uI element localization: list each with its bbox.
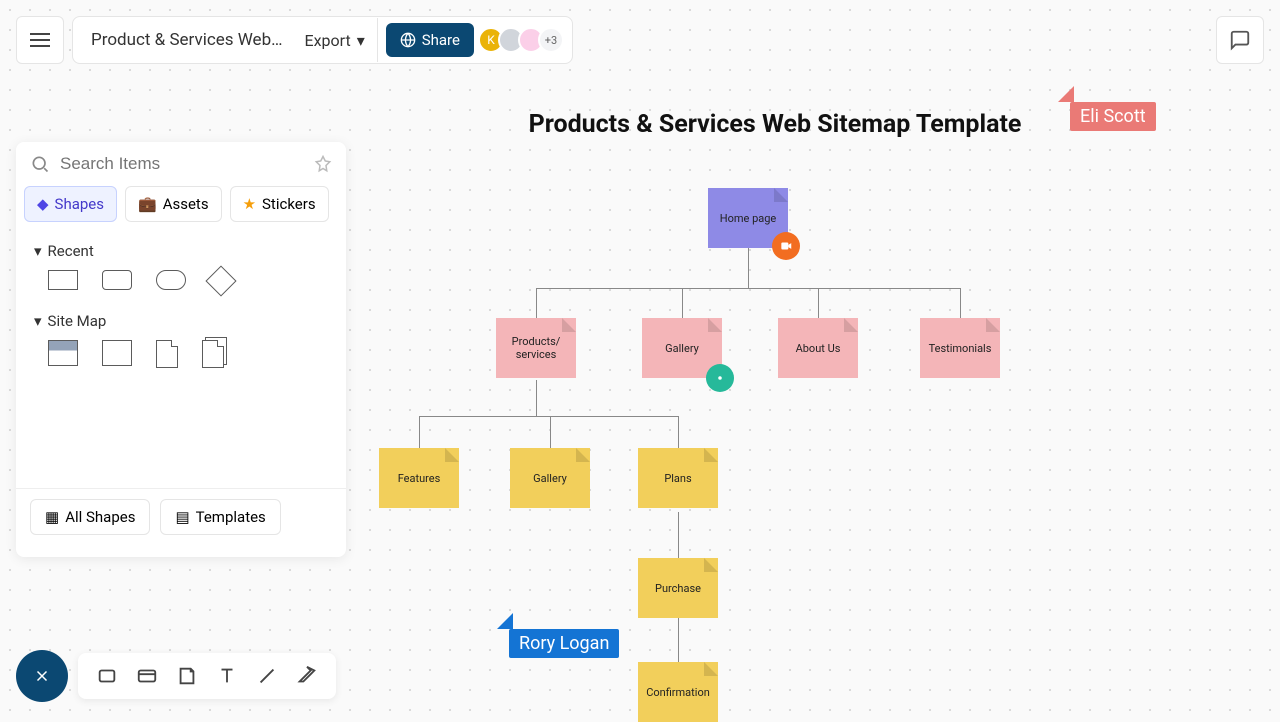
connector [536,380,537,416]
node-gallery2[interactable]: Gallery [510,448,590,508]
tool-highlighter[interactable] [292,661,322,691]
share-label: Share [422,31,460,49]
node-label: Confirmation [646,686,710,699]
caret-icon: ▾ [34,312,42,330]
template-icon: ▤ [175,508,189,526]
cursor-rory: Rory Logan [509,629,619,658]
node-label: Gallery [665,342,699,355]
tab-label: Stickers [262,195,316,213]
connector [682,288,683,318]
node-plans[interactable]: Plans [638,448,718,508]
section-sitemap[interactable]: ▾ Site Map [34,312,328,330]
chevron-down-icon: ▾ [357,31,365,50]
connector [678,512,679,558]
tab-shapes[interactable]: ◆ Shapes [24,186,117,222]
chat-button[interactable] [1216,16,1264,64]
caret-icon: ▾ [34,242,42,260]
node-label: Purchase [655,582,701,595]
share-button[interactable]: Share [386,23,474,57]
shape-sitemap-2[interactable] [102,340,132,366]
cursor-eli: Eli Scott [1070,102,1156,131]
grid-icon: ▦ [45,508,59,526]
shape-pill[interactable] [156,270,186,290]
shape-rect-rounded[interactable] [102,270,132,290]
connector [550,416,551,448]
shape-diamond[interactable] [205,265,236,296]
tab-label: Shapes [55,195,104,213]
all-shapes-button[interactable]: ▦ All Shapes [30,499,150,535]
node-label: About Us [796,342,841,355]
node-features[interactable]: Features [379,448,459,508]
export-button[interactable]: Export ▾ [293,18,378,62]
globe-icon [400,32,416,48]
search-input[interactable] [60,154,314,174]
button-label: All Shapes [65,508,135,526]
menu-button[interactable] [16,16,64,64]
node-label: Testimonials [929,342,992,355]
tool-text[interactable] [212,661,242,691]
node-about[interactable]: About Us [778,318,858,378]
briefcase-icon: 💼 [138,195,157,213]
star-icon: ★ [243,195,256,213]
connector [536,288,537,318]
node-label: Plans [664,472,691,485]
connector [536,288,961,289]
node-label: Features [398,472,441,485]
search-icon [30,154,50,174]
templates-button[interactable]: ▤ Templates [160,499,280,535]
connector [678,618,679,662]
connector [818,288,819,318]
node-label: Products/ services [512,335,561,361]
canvas-title: Products & Services Web Sitemap Template [420,110,1130,139]
shape-rect[interactable] [48,270,78,290]
connector [748,248,749,288]
node-testimonials[interactable]: Testimonials [920,318,1000,378]
node-purchase[interactable]: Purchase [638,558,718,618]
export-label: Export [305,31,351,50]
pin-icon[interactable] [314,155,332,173]
tool-rect[interactable] [92,661,122,691]
video-icon [772,232,800,260]
section-recent[interactable]: ▾ Recent [34,242,328,260]
tab-label: Assets [163,195,209,213]
node-label: Home page [720,212,777,225]
connector [678,416,679,448]
node-products[interactable]: Products/ services [496,318,576,378]
close-toolbar-button[interactable] [16,650,68,702]
doc-title[interactable]: Product & Services Web… [81,30,293,50]
connector [419,416,679,417]
section-label: Recent [48,242,94,260]
shape-page[interactable] [156,340,178,368]
tool-card[interactable] [132,661,162,691]
node-confirmation[interactable]: Confirmation [638,662,718,722]
collaborator-avatars[interactable]: K +3 [484,27,564,53]
diamond-icon: ◆ [37,195,49,213]
tool-line[interactable] [252,661,282,691]
tab-assets[interactable]: 💼 Assets [125,186,222,222]
section-label: Site Map [48,312,107,330]
connector [419,416,420,448]
button-label: Templates [196,508,266,526]
node-label: Gallery [533,472,567,485]
shapes-panel: ◆ Shapes 💼 Assets ★ Stickers ▾ Recent ▾ … [16,142,346,557]
tool-note[interactable] [172,661,202,691]
tab-stickers[interactable]: ★ Stickers [230,186,329,222]
gear-icon [706,364,734,392]
avatar-more: +3 [538,27,564,53]
shape-sitemap-1[interactable] [48,340,78,366]
shape-pages[interactable] [202,340,224,368]
